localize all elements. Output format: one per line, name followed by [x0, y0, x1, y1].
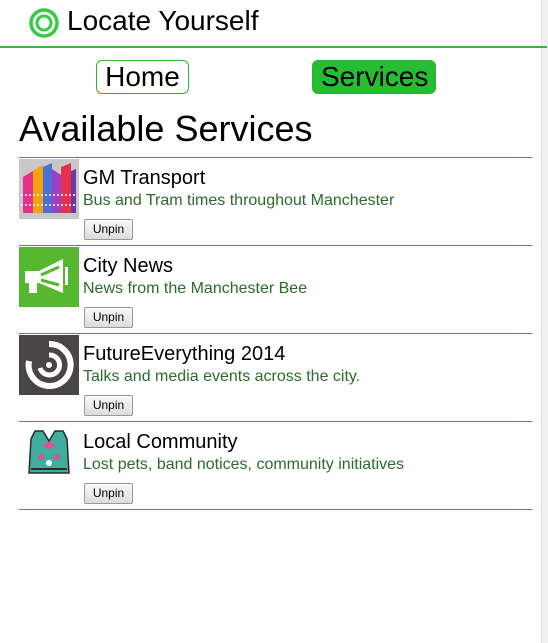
- unpin-button[interactable]: Unpin: [84, 219, 133, 240]
- list-item: FutureEverything 2014 Talks and media ev…: [19, 334, 532, 422]
- service-name: GM Transport: [83, 167, 206, 189]
- unpin-button[interactable]: Unpin: [84, 395, 133, 416]
- ring-logo-icon: [29, 8, 59, 38]
- service-description: Talks and media events across the city.: [83, 368, 361, 385]
- nav-services-button[interactable]: Services: [312, 60, 436, 94]
- futureeverything-logo-thumbnail: [19, 335, 79, 395]
- service-name: Local Community: [83, 431, 238, 453]
- knitted-vest-thumbnail: [19, 423, 79, 483]
- service-name: FutureEverything 2014: [83, 343, 286, 365]
- gm-transport-thumbnail: [19, 159, 79, 219]
- app-header: Locate Yourself: [0, 0, 547, 48]
- list-item: GM Transport Bus and Tram times througho…: [19, 158, 532, 246]
- service-name: City News: [83, 255, 174, 277]
- service-list: GM Transport Bus and Tram times througho…: [19, 157, 532, 510]
- list-item: Local Community Lost pets, band notices,…: [19, 422, 532, 510]
- app-title: Locate Yourself: [67, 5, 259, 36]
- list-item: City News News from the Manchester Bee U…: [19, 246, 532, 334]
- unpin-button[interactable]: Unpin: [84, 307, 133, 328]
- service-description: Lost pets, band notices, community initi…: [83, 456, 405, 473]
- service-description: News from the Manchester Bee: [83, 280, 308, 297]
- unpin-button[interactable]: Unpin: [84, 483, 133, 504]
- megaphone-thumbnail: [19, 247, 79, 307]
- service-description: Bus and Tram times throughout Manchester: [83, 192, 395, 209]
- page-title: Available Services: [19, 108, 313, 149]
- scrollbar[interactable]: [541, 0, 548, 643]
- nav-home-button[interactable]: Home: [96, 60, 189, 94]
